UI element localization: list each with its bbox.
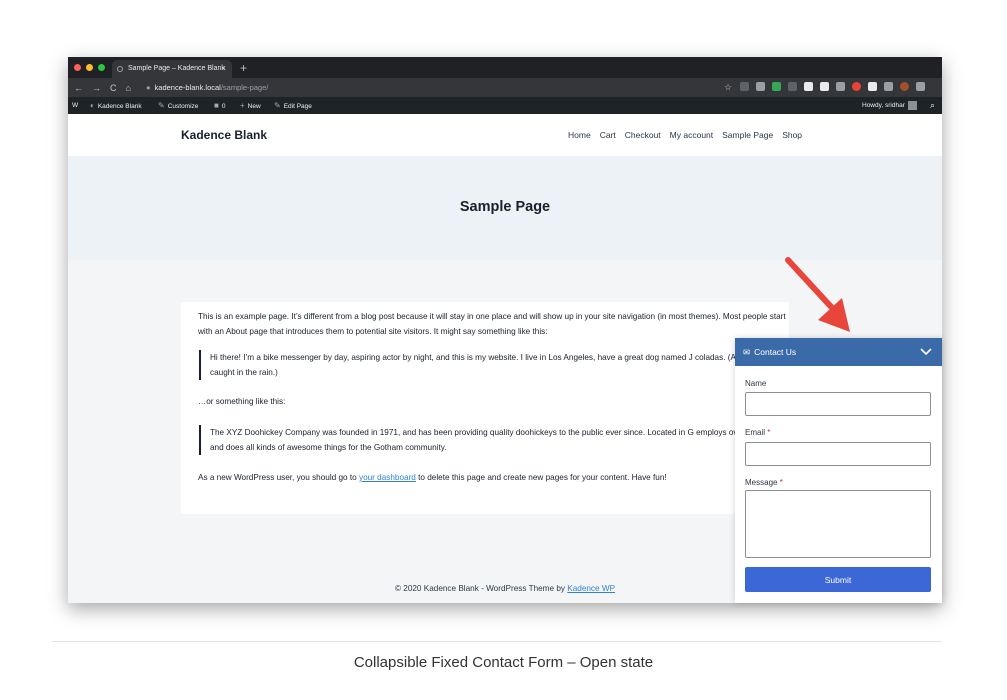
nav-sample-page[interactable]: Sample Page xyxy=(722,130,773,140)
admin-site-name[interactable]: ◐ Kadence Blank xyxy=(90,97,142,114)
window-controls xyxy=(74,64,105,71)
chevron-down-icon[interactable] xyxy=(919,338,933,366)
comments-count: 0 xyxy=(221,103,226,110)
submit-button[interactable]: Submit xyxy=(745,567,931,592)
page-hero: Sample Page xyxy=(68,156,942,260)
name-label: Name xyxy=(745,379,767,388)
bookmark-star-icon[interactable]: ☆ xyxy=(724,81,732,94)
admin-edit-page-label: Edit Page xyxy=(283,103,312,110)
tab-close-icon[interactable]: × xyxy=(221,60,226,78)
dashboard-icon: ◐ xyxy=(90,101,95,110)
extension-icons xyxy=(740,82,925,91)
tab-favicon-icon xyxy=(117,66,123,72)
admin-howdy-label: Howdy, sridhar xyxy=(862,102,905,109)
page-content: This is an example page. It’s different … xyxy=(181,302,794,514)
admin-new-label: New xyxy=(247,103,261,110)
admin-search-icon[interactable]: ⌕ xyxy=(930,97,935,114)
figure-caption: Collapsible Fixed Contact Form – Open st… xyxy=(353,654,654,671)
extension-icon[interactable] xyxy=(852,82,861,91)
content-paragraph-3: As a new WordPress user, you should go t… xyxy=(198,470,794,485)
url-host: kadence-blank.local xyxy=(154,83,221,92)
puzzle-icon[interactable] xyxy=(868,82,877,91)
wp-logo-icon[interactable]: W xyxy=(72,97,78,114)
admin-new[interactable]: + New xyxy=(240,97,261,114)
pencil-icon: ✎ xyxy=(274,101,281,110)
plus-icon: + xyxy=(240,101,245,110)
name-input[interactable] xyxy=(745,392,931,416)
admin-customize[interactable]: ✎ Customize xyxy=(158,97,198,114)
wp-admin-bar: W ◐ Kadence Blank ✎ Customize ■ 0 + New ✎ Edi… xyxy=(68,97,942,114)
extension-icon[interactable] xyxy=(804,82,813,91)
paragraph-3-text-after: to delete this page and create new pages… xyxy=(415,473,667,482)
browser-tab-bar: Sample Page – Kadence Blank × + xyxy=(68,57,942,78)
nav-my-account[interactable]: My account xyxy=(670,130,713,140)
address-bar[interactable]: ● kadence-blank.local/sample-page/ xyxy=(146,81,736,94)
forward-icon[interactable]: → xyxy=(92,83,101,93)
content-quote-2: The XYZ Doohickey Company was founded in… xyxy=(199,425,795,455)
admin-customize-label: Customize xyxy=(167,103,199,110)
paragraph-3-text-before: As a new WordPress user, you should go t… xyxy=(198,473,359,482)
email-label: Email * xyxy=(745,428,770,437)
extension-icon[interactable] xyxy=(820,82,829,91)
reading-list-icon[interactable] xyxy=(884,82,893,91)
screenshot-stage: Sample Page – Kadence Blank × + ← → C ⌂ … xyxy=(0,0,1007,700)
annotation-arrow-icon xyxy=(785,257,850,332)
extension-icon[interactable] xyxy=(756,82,765,91)
nav-checkout[interactable]: Checkout xyxy=(625,130,661,140)
nav-home[interactable]: Home xyxy=(568,130,591,140)
home-icon[interactable]: ⌂ xyxy=(126,83,131,93)
avatar xyxy=(907,100,917,110)
caption-divider xyxy=(52,641,942,642)
admin-comments[interactable]: ■ 0 xyxy=(214,97,225,114)
message-textarea[interactable] xyxy=(745,490,931,558)
extension-icon[interactable] xyxy=(836,82,845,91)
new-tab-button[interactable]: + xyxy=(240,59,247,77)
minimize-window-button[interactable] xyxy=(86,64,93,71)
reload-icon[interactable]: C xyxy=(110,83,117,93)
profile-avatar-icon[interactable] xyxy=(900,82,909,91)
browser-toolbar: ← → C ⌂ ● kadence-blank.local/sample-page… xyxy=(68,78,942,97)
email-label-text: Email xyxy=(745,428,766,437)
nav-cart[interactable]: Cart xyxy=(600,130,616,140)
lock-icon: ● xyxy=(146,83,151,92)
email-required-mark: * xyxy=(767,428,771,437)
brush-icon: ✎ xyxy=(158,101,165,110)
more-menu-icon[interactable] xyxy=(916,82,925,91)
contact-form-widget: ✉ Contact Us Name Email * Message * Submi… xyxy=(735,338,942,603)
nav-buttons: ← → C ⌂ xyxy=(74,78,131,97)
site-header: Kadence Blank Home Cart Checkout My acco… xyxy=(68,114,942,156)
url-path: /sample-page/ xyxy=(220,83,269,92)
mail-icon: ✉ xyxy=(743,347,751,357)
footer-kadence-link[interactable]: Kadence WP xyxy=(567,584,615,593)
comment-icon: ■ xyxy=(214,101,219,110)
nav-shop[interactable]: Shop xyxy=(782,130,802,140)
message-required-mark: * xyxy=(779,478,783,487)
extension-icon[interactable] xyxy=(740,82,749,91)
contact-widget-header[interactable]: ✉ Contact Us xyxy=(735,338,942,366)
primary-nav: Home Cart Checkout My account Sample Pag… xyxy=(568,130,802,140)
content-paragraph-2: …or something like this: xyxy=(198,397,286,406)
site-logo[interactable]: Kadence Blank xyxy=(181,128,267,142)
back-icon[interactable]: ← xyxy=(74,83,83,93)
contact-widget-title: Contact Us xyxy=(754,347,797,357)
admin-edit-page[interactable]: ✎ Edit Page xyxy=(274,97,312,114)
content-quote-1: Hi there! I’m a bike messenger by day, a… xyxy=(199,350,795,380)
admin-howdy[interactable]: Howdy, sridhar xyxy=(862,97,917,114)
maximize-window-button[interactable] xyxy=(98,64,105,71)
tab-title: Sample Page – Kadence Blank xyxy=(128,65,225,72)
page-title: Sample Page xyxy=(459,199,551,215)
extension-icon[interactable] xyxy=(772,82,781,91)
content-paragraph-1: This is an example page. It’s different … xyxy=(198,312,786,336)
message-label-text: Message xyxy=(745,478,778,487)
admin-site-name-label: Kadence Blank xyxy=(97,103,142,110)
email-input[interactable] xyxy=(745,442,931,466)
message-label: Message * xyxy=(745,478,783,487)
extension-icon[interactable] xyxy=(788,82,797,91)
footer-text: © 2020 Kadence Blank - WordPress Theme b… xyxy=(394,584,568,593)
dashboard-link[interactable]: your dashboard xyxy=(359,473,416,482)
close-window-button[interactable] xyxy=(74,64,81,71)
browser-tab-active[interactable]: Sample Page – Kadence Blank × xyxy=(112,60,232,78)
